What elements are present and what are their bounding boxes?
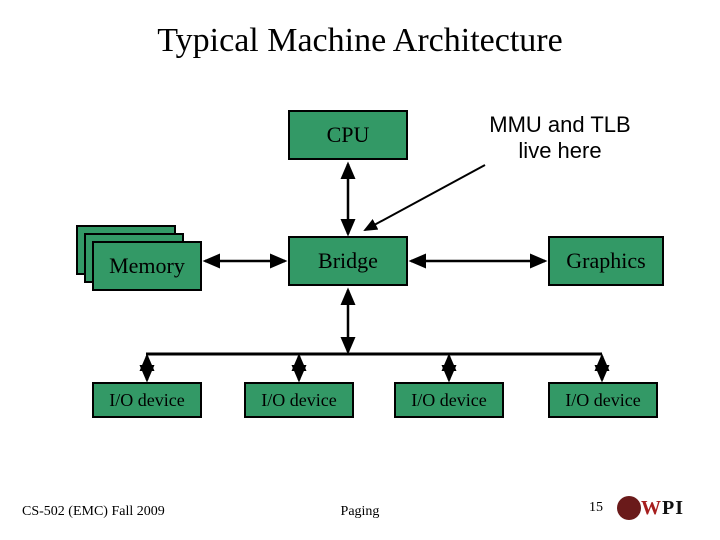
page-title: Typical Machine Architecture — [0, 22, 720, 60]
footer-right: 15 WPI — [589, 496, 684, 520]
wpi-logo: WPI — [617, 496, 684, 520]
io-block-2: I/O device — [244, 382, 354, 418]
memory-block: Memory — [92, 241, 202, 291]
io-block-1: I/O device — [92, 382, 202, 418]
page-number: 15 — [589, 500, 603, 516]
wpi-seal-icon — [617, 496, 641, 520]
mmu-annotation-line2: live here — [518, 138, 601, 163]
bridge-block: Bridge — [288, 236, 408, 286]
cpu-block: CPU — [288, 110, 408, 160]
mmu-annotation-line1: MMU and TLB — [489, 112, 630, 137]
wpi-logo-w: W — [641, 497, 662, 519]
mmu-annotation: MMU and TLB live here — [460, 112, 660, 165]
io-block-3: I/O device — [394, 382, 504, 418]
io-block-4: I/O device — [548, 382, 658, 418]
wpi-logo-pi: PI — [662, 497, 684, 519]
graphics-block: Graphics — [548, 236, 664, 286]
